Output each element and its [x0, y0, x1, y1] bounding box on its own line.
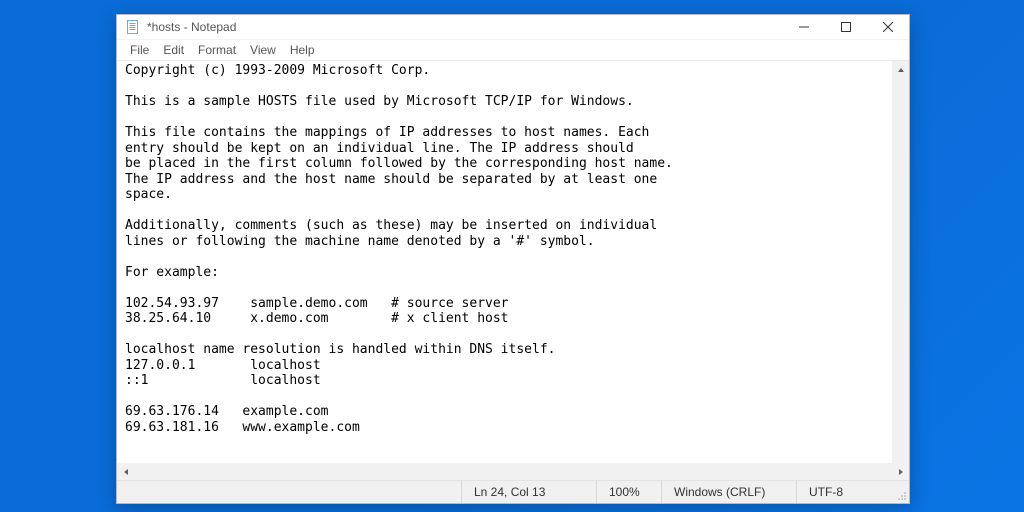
menu-help[interactable]: Help [283, 42, 322, 58]
maximize-icon [841, 22, 851, 32]
resize-grip-icon [897, 491, 907, 501]
chevron-up-icon [897, 66, 905, 74]
editor-area: Copyright (c) 1993-2009 Microsoft Corp. … [117, 60, 909, 480]
menu-file[interactable]: File [123, 42, 156, 58]
vertical-scrollbar[interactable] [892, 61, 909, 463]
horizontal-scrollbar[interactable] [117, 463, 909, 480]
status-encoding: UTF-8 [796, 481, 891, 503]
menubar: File Edit Format View Help [117, 40, 909, 60]
chevron-right-icon [897, 468, 905, 476]
scroll-right-button[interactable] [892, 463, 909, 480]
close-button[interactable] [867, 15, 909, 39]
menu-edit[interactable]: Edit [156, 42, 191, 58]
titlebar[interactable]: *hosts - Notepad [117, 15, 909, 40]
chevron-left-icon [122, 468, 130, 476]
status-line-ending: Windows (CRLF) [661, 481, 796, 503]
close-icon [883, 22, 893, 32]
minimize-icon [799, 22, 809, 32]
menu-view[interactable]: View [243, 42, 283, 58]
scroll-up-button[interactable] [892, 61, 909, 78]
notepad-icon [125, 19, 141, 35]
window-controls [783, 15, 909, 39]
minimize-button[interactable] [783, 15, 825, 39]
status-zoom[interactable]: 100% [596, 481, 661, 503]
status-spacer [117, 481, 461, 503]
maximize-button[interactable] [825, 15, 867, 39]
status-cursor-position: Ln 24, Col 13 [461, 481, 596, 503]
window-title: *hosts - Notepad [147, 20, 783, 34]
text-editor[interactable]: Copyright (c) 1993-2009 Microsoft Corp. … [117, 61, 909, 463]
resize-grip[interactable] [891, 481, 909, 503]
statusbar: Ln 24, Col 13 100% Windows (CRLF) UTF-8 [117, 480, 909, 503]
menu-format[interactable]: Format [191, 42, 243, 58]
desktop-background: *hosts - Notepad File Edit Format View H… [0, 0, 1024, 512]
scroll-left-button[interactable] [117, 463, 134, 480]
notepad-window: *hosts - Notepad File Edit Format View H… [116, 14, 910, 504]
